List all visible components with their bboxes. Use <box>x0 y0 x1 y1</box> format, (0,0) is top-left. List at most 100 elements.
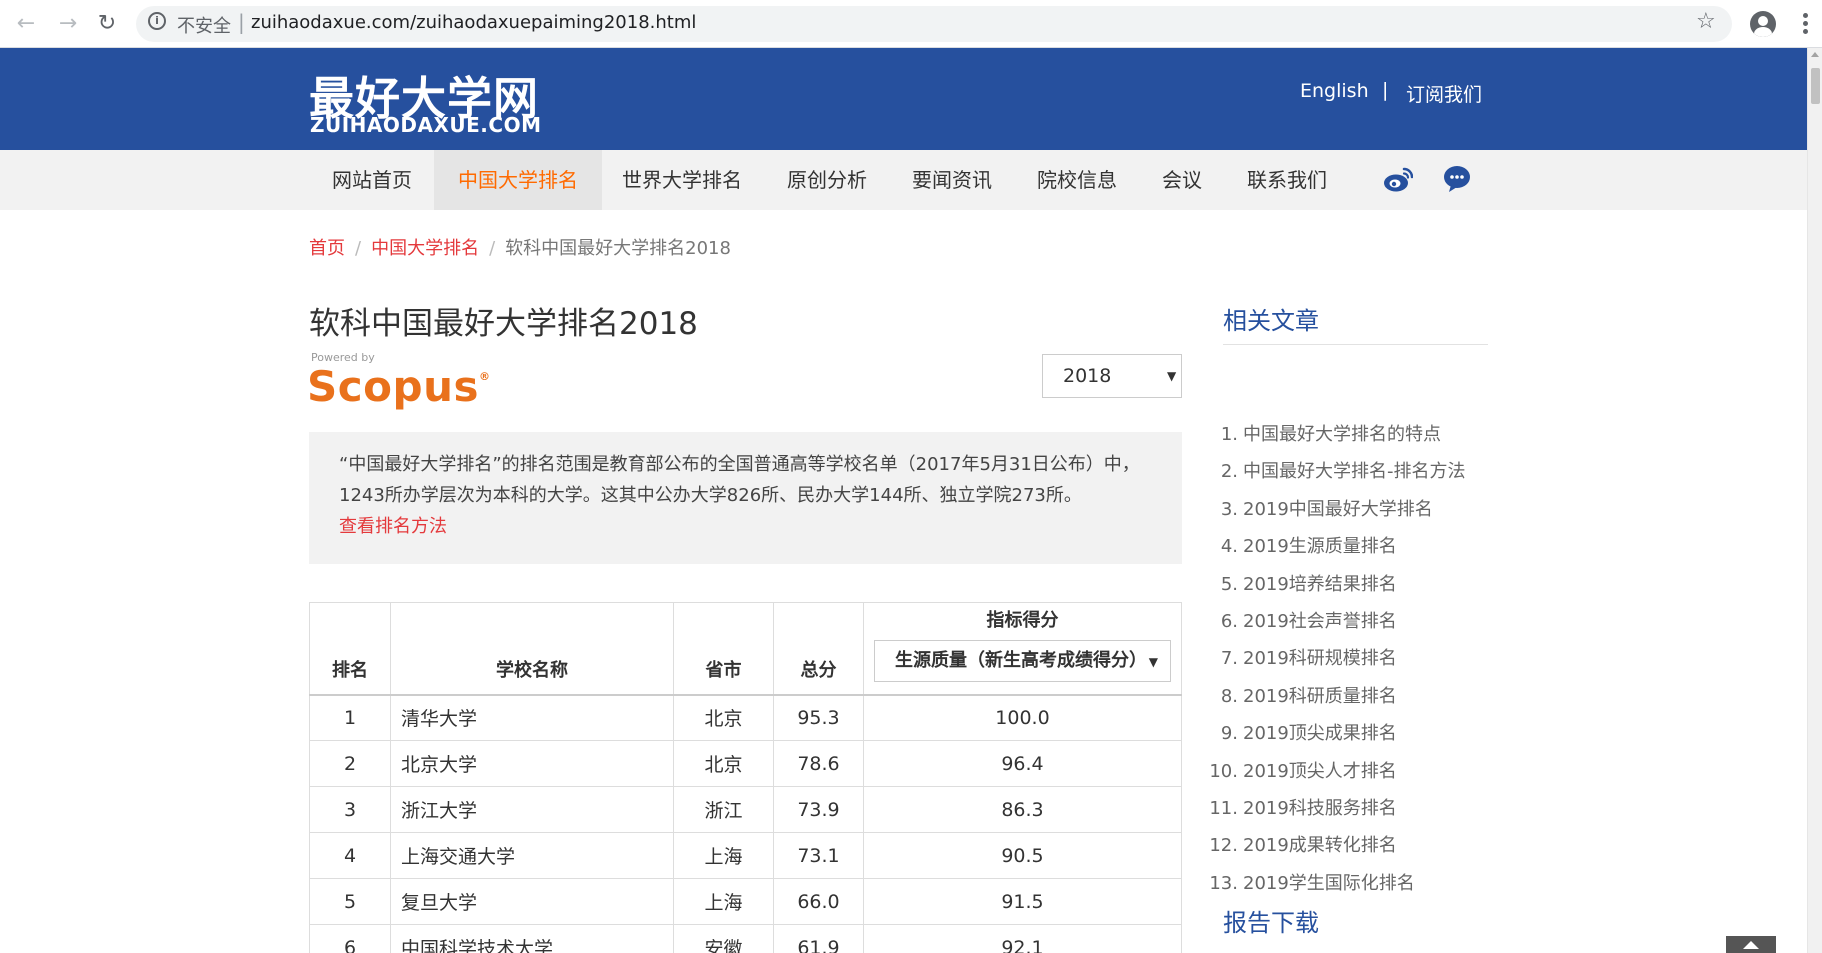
table-row[interactable]: 2 北京大学 北京 78.6 96.4 <box>309 740 1182 787</box>
back-to-top-button[interactable] <box>1726 936 1776 953</box>
related-article-item[interactable]: 13. 2019学生国际化排名 <box>1209 865 1466 902</box>
article-title[interactable]: 中国最好大学排名-排名方法 <box>1243 461 1466 482</box>
article-number: 13. <box>1209 872 1238 894</box>
article-title[interactable]: 2019顶尖人才排名 <box>1243 761 1397 782</box>
header-province: 省市 <box>673 602 774 695</box>
table-row[interactable]: 6 中国科学技术大学 安徽 61.9 92.1 <box>309 924 1182 953</box>
breadcrumb-current: 软科中国最好大学排名2018 <box>505 238 731 259</box>
profile-avatar-icon[interactable] <box>1750 11 1776 37</box>
cell-province: 浙江 <box>673 786 774 833</box>
nav-home[interactable]: 网站首页 <box>308 150 436 210</box>
related-article-item[interactable]: 10. 2019顶尖人才排名 <box>1209 753 1466 790</box>
reload-button[interactable]: ↻ <box>93 10 121 38</box>
related-article-item[interactable]: 6. 2019社会声誉排名 <box>1209 603 1466 640</box>
article-title[interactable]: 2019科研质量排名 <box>1243 686 1397 707</box>
cell-school-name[interactable]: 清华大学 <box>390 694 674 741</box>
nav-world-ranking[interactable]: 世界大学排名 <box>598 150 766 210</box>
scroll-up-arrow-icon[interactable] <box>1811 52 1819 57</box>
subscribe-link[interactable]: 订阅我们 <box>1406 80 1482 107</box>
cell-school-name[interactable]: 北京大学 <box>390 740 674 787</box>
bookmark-star-icon[interactable]: ☆ <box>1696 9 1716 34</box>
cell-indicator-score: 92.1 <box>863 924 1182 953</box>
scrollbar-thumb[interactable] <box>1811 68 1820 104</box>
table-row[interactable]: 4 上海交通大学 上海 73.1 90.5 <box>309 832 1182 879</box>
article-title[interactable]: 2019中国最好大学排名 <box>1243 499 1433 520</box>
cell-school-name[interactable]: 上海交通大学 <box>390 832 674 879</box>
cell-total-score: 66.0 <box>773 878 864 925</box>
cell-province: 安徽 <box>673 924 774 953</box>
cell-rank: 2 <box>309 740 391 787</box>
english-link[interactable]: English <box>1300 80 1369 102</box>
article-title[interactable]: 2019科研规模排名 <box>1243 648 1397 669</box>
forward-button[interactable]: → <box>54 10 82 38</box>
article-title[interactable]: 2019学生国际化排名 <box>1243 873 1415 894</box>
article-number: 7. <box>1220 648 1238 670</box>
related-article-item[interactable]: 3. 2019中国最好大学排名 <box>1209 491 1466 528</box>
article-title[interactable]: 中国最好大学排名的特点 <box>1243 424 1441 445</box>
related-article-item[interactable]: 8. 2019科研质量排名 <box>1209 678 1466 715</box>
nav-institutions[interactable]: 院校信息 <box>1013 150 1141 210</box>
cell-school-name[interactable]: 中国科学技术大学 <box>390 924 674 953</box>
not-secure-label[interactable]: 不安全 <box>177 12 231 38</box>
related-article-item[interactable]: 5. 2019培养结果排名 <box>1209 566 1466 603</box>
article-number: 6. <box>1220 611 1238 633</box>
article-title[interactable]: 2019成果转化排名 <box>1243 835 1397 856</box>
breadcrumb-separator: / <box>355 238 362 259</box>
scopus-logo: Scopus® <box>307 362 490 411</box>
related-article-item[interactable]: 12. 2019成果转化排名 <box>1209 827 1466 864</box>
related-article-item[interactable]: 7. 2019科研规模排名 <box>1209 640 1466 677</box>
weibo-icon[interactable] <box>1383 165 1413 195</box>
article-title[interactable]: 2019社会声誉排名 <box>1243 611 1397 632</box>
cell-school-name[interactable]: 复旦大学 <box>390 878 674 925</box>
year-select[interactable]: 2018 ▼ <box>1042 354 1182 398</box>
nav-china-ranking[interactable]: 中国大学排名 <box>434 150 602 210</box>
nav-news[interactable]: 要闻资讯 <box>888 150 1016 210</box>
related-article-item[interactable]: 11. 2019科技服务排名 <box>1209 790 1466 827</box>
nav-contact[interactable]: 联系我们 <box>1223 150 1351 210</box>
ranking-table: 排名 学校名称 省市 总分 指标得分 生源质量（新生高考成绩得分） ▼ 1 清华… <box>309 602 1182 953</box>
nav-original-analysis[interactable]: 原创分析 <box>763 150 891 210</box>
cell-indicator-score: 90.5 <box>863 832 1182 879</box>
cell-rank: 6 <box>309 924 391 953</box>
cell-total-score: 95.3 <box>773 694 864 741</box>
article-title[interactable]: 2019生源质量排名 <box>1243 536 1397 557</box>
article-number: 9. <box>1220 723 1238 745</box>
cell-province: 北京 <box>673 694 774 741</box>
url-text[interactable]: zuihaodaxue.com/zuihaodaxuepaiming2018.h… <box>251 12 696 33</box>
indicator-select[interactable]: 生源质量（新生高考成绩得分） ▼ <box>874 639 1171 682</box>
intro-text: “中国最好大学排名”的排名范围是教育部公布的全国普通高等学校名单（2017年5月… <box>339 454 1140 506</box>
breadcrumb-home-link[interactable]: 首页 <box>309 238 345 259</box>
cell-total-score: 73.9 <box>773 786 864 833</box>
article-title[interactable]: 2019科技服务排名 <box>1243 798 1397 819</box>
nav-conferences[interactable]: 会议 <box>1138 150 1226 210</box>
article-title[interactable]: 2019培养结果排名 <box>1243 574 1397 595</box>
breadcrumb: 首页 / 中国大学排名 / 软科中国最好大学排名2018 <box>309 234 731 260</box>
breadcrumb-section-link[interactable]: 中国大学排名 <box>371 238 479 259</box>
related-article-item[interactable]: 4. 2019生源质量排名 <box>1209 528 1466 565</box>
related-article-item[interactable]: 2. 中国最好大学排名-排名方法 <box>1209 453 1466 490</box>
page-title: 软科中国最好大学排名2018 <box>309 306 698 342</box>
scopus-registered-mark: ® <box>478 370 491 383</box>
cell-indicator-score: 86.3 <box>863 786 1182 833</box>
site-logo-subtitle[interactable]: ZUIHAODAXUE.COM <box>310 113 541 137</box>
site-info-icon[interactable]: i <box>148 12 166 30</box>
article-number: 8. <box>1220 685 1238 707</box>
article-number: 2. <box>1220 461 1238 483</box>
indicator-title: 指标得分 <box>986 609 1059 631</box>
back-button[interactable]: ← <box>12 10 40 38</box>
related-article-item[interactable]: 1. 中国最好大学排名的特点 <box>1209 416 1466 453</box>
view-method-link[interactable]: 查看排名方法 <box>339 516 447 537</box>
browser-menu-icon[interactable] <box>1795 11 1815 37</box>
page-scrollbar[interactable] <box>1807 48 1822 953</box>
table-row[interactable]: 5 复旦大学 上海 66.0 91.5 <box>309 878 1182 925</box>
article-title[interactable]: 2019顶尖成果排名 <box>1243 723 1397 744</box>
wechat-chat-icon[interactable] <box>1443 164 1471 194</box>
cell-indicator-score: 96.4 <box>863 740 1182 787</box>
cell-school-name[interactable]: 浙江大学 <box>390 786 674 833</box>
related-article-item[interactable]: 9. 2019顶尖成果排名 <box>1209 715 1466 752</box>
table-row[interactable]: 1 清华大学 北京 95.3 100.0 <box>309 694 1182 741</box>
article-number: 1. <box>1220 424 1238 445</box>
cell-province: 上海 <box>673 832 774 879</box>
cell-total-score: 78.6 <box>773 740 864 787</box>
table-row[interactable]: 3 浙江大学 浙江 73.9 86.3 <box>309 786 1182 833</box>
